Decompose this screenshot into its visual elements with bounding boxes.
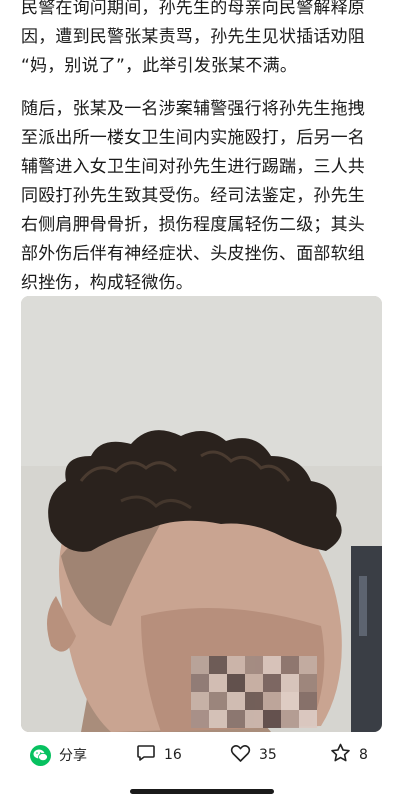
article-paragraph: 民警在询问期间，孙先生的母亲向民警解释原 因，遭到民警张某责骂，孙先生见状插话劝…	[21, 0, 365, 76]
like-count: 35	[259, 747, 277, 763]
heart-icon	[230, 744, 251, 767]
comment-icon	[136, 743, 156, 767]
wechat-icon	[30, 744, 51, 766]
favorite-button[interactable]: 8	[330, 735, 368, 775]
like-button[interactable]: 35	[230, 735, 277, 775]
article-photo[interactable]	[21, 296, 382, 732]
comment-button[interactable]: 16	[136, 735, 182, 775]
article-paragraph: 随后，张某及一名涉案辅警强行将孙先生拖拽 至派出所一楼女卫生间内实施殴打，后另一…	[21, 99, 365, 293]
favorite-count: 8	[359, 747, 368, 763]
home-indicator[interactable]	[130, 789, 274, 794]
injury-photo-illustration	[21, 296, 382, 732]
action-bar: 分享 16 35 8	[0, 735, 404, 775]
share-button[interactable]: 分享	[30, 735, 87, 775]
star-icon	[330, 743, 351, 767]
share-label: 分享	[59, 748, 87, 764]
article-body: 民警在询问期间，孙先生的母亲向民警解释原 因，遭到民警张某责骂，孙先生见状插话劝…	[21, 0, 387, 298]
comment-count: 16	[164, 747, 182, 763]
